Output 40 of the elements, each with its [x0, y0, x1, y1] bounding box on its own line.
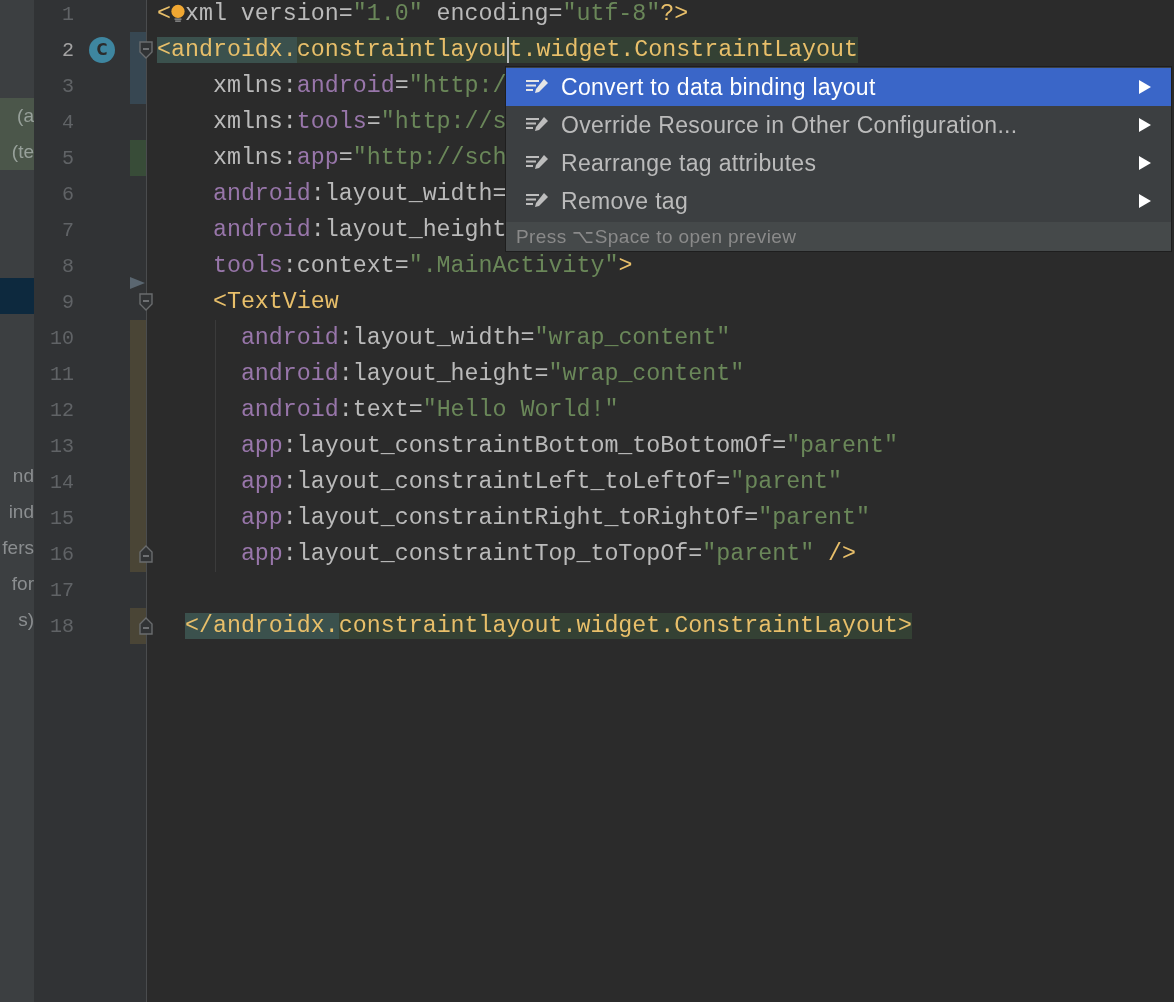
code-line: xmlns:android="http:/	[212, 72, 507, 101]
change-marker[interactable]	[130, 140, 146, 176]
code-line: android:layout_width=	[212, 180, 507, 209]
deleted-lines-marker[interactable]	[130, 277, 145, 289]
menu-item[interactable]: Remove tag	[506, 182, 1171, 220]
menu-item[interactable]: Override Resource in Other Configuration...	[506, 106, 1171, 144]
fold-icon[interactable]	[139, 41, 153, 59]
code-line: android:text="Hello World!"	[240, 396, 619, 425]
code-line: app:layout_constraintBottom_toBottomOf="parent"	[240, 432, 898, 461]
change-marker[interactable]	[130, 68, 146, 104]
panel-text: for	[11, 573, 34, 595]
code-line: xmlns:app="http://sch	[212, 144, 507, 173]
class-badge[interactable]: C	[89, 37, 115, 63]
line-number: 2	[61, 38, 74, 62]
panel-text: nd	[12, 465, 34, 487]
panel-row[interactable]: (te	[0, 134, 34, 170]
code-line: app:layout_constraintTop_toTopOf="parent" />	[240, 540, 857, 569]
code-line: app:layout_constraintLeft_toLeftOf="parent"	[240, 468, 843, 497]
code-line: android:layout_height="wrap_content"	[240, 360, 745, 389]
panel-text: s)	[18, 609, 34, 631]
panel-row[interactable]: (a	[0, 98, 34, 134]
menu-item[interactable]: Convert to data binding layout	[506, 68, 1171, 106]
panel-text: (te	[11, 141, 34, 163]
code-line: </androidx.constraintlayout.widget.ConstraintLayout>	[184, 612, 912, 641]
panel-text: ind	[8, 501, 34, 523]
code-line: android:layout_height	[212, 216, 507, 245]
panel-text: (a	[17, 105, 34, 127]
code-line: xml version="1.0" encoding="utf-8"?>	[184, 0, 689, 29]
menu-hint: Press ⌥Space to open preview	[506, 222, 1171, 251]
code-line: <	[157, 0, 171, 29]
menu-item[interactable]: Rearrange tag attributes	[506, 144, 1171, 182]
code-line: <TextView	[212, 288, 339, 317]
code-line: android:layout_width="wrap_content"	[240, 324, 731, 353]
panel-text: fers	[2, 537, 34, 559]
code-line: <androidx.constraintlayou t.widget.ConstraintLayout	[157, 36, 859, 65]
fold-icon[interactable]	[139, 293, 153, 311]
code-line: xmlns:tools="http://s	[212, 108, 507, 137]
code-line: tools:context=".MainActivity">	[212, 252, 633, 281]
change-marker[interactable]	[130, 320, 146, 356]
code-line: app:layout_constraintRight_toRightOf="parent"	[240, 504, 871, 533]
